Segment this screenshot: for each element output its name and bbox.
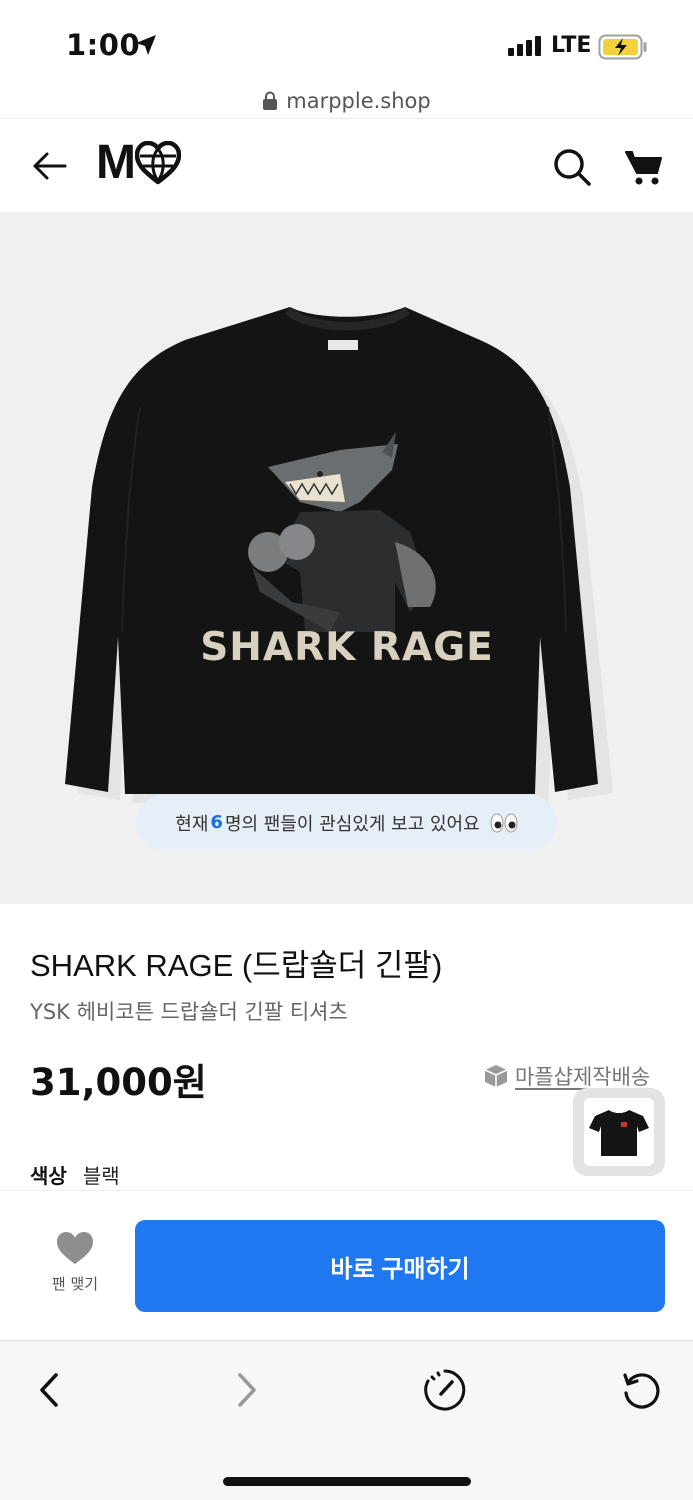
gauge-icon — [424, 1369, 466, 1411]
back-button[interactable] — [28, 145, 70, 187]
product-image[interactable]: SHARK RAGE 현재 6 명의 팬들이 관심있게 보고 있어요 — [0, 212, 693, 904]
viewers-suffix: 명의 팬들이 관심있게 보고 있어요 — [224, 813, 480, 835]
home-indicator — [223, 1477, 471, 1486]
status-bar: 1:00 LTE — [0, 0, 693, 80]
purchase-bar: 팬 맺기 바로 구매하기 — [0, 1190, 693, 1340]
shipping-label: 마플샵제작배송 — [515, 1065, 651, 1089]
browser-toolbar — [0, 1340, 693, 1500]
browser-back-button[interactable] — [24, 1365, 74, 1415]
cart-button[interactable] — [622, 145, 666, 189]
url-bar[interactable]: marpple.shop — [0, 84, 693, 118]
product-subtitle: YSK 헤비코튼 드랍숄더 긴팔 티셔츠 — [30, 1000, 348, 1024]
site-logo[interactable]: M — [96, 139, 181, 187]
search-button[interactable] — [550, 145, 594, 189]
viewers-prefix: 현재 — [175, 813, 209, 835]
chevron-right-icon — [238, 1373, 256, 1407]
viewers-banner: 현재 6 명의 팬들이 관심있게 보고 있어요 — [136, 795, 557, 850]
network-label: LTE — [551, 33, 592, 58]
shipping-info-link[interactable]: 마플샵제작배송 — [483, 1061, 650, 1091]
signal-icon — [508, 36, 541, 56]
box-icon — [484, 1065, 508, 1087]
heart-globe-icon — [134, 141, 181, 185]
product-thumbnail[interactable] — [573, 1088, 665, 1176]
color-value: 블랙 — [82, 1164, 120, 1188]
product-price: 31,000원 — [30, 1061, 207, 1104]
site-header: M — [0, 119, 693, 212]
browser-forward-button[interactable] — [222, 1365, 272, 1415]
chevron-left-icon — [40, 1373, 58, 1407]
lock-icon — [263, 91, 278, 110]
location-arrow-icon — [136, 35, 156, 55]
search-icon — [554, 149, 591, 186]
color-label: 색상 — [30, 1164, 67, 1188]
reload-button[interactable] — [616, 1365, 666, 1415]
status-time: 1:00 — [66, 28, 141, 62]
fan-button[interactable]: 팬 맺기 — [34, 1231, 116, 1305]
shirt-print-text: SHARK RAGE — [200, 625, 494, 670]
heart-icon — [57, 1232, 93, 1264]
eyes-emoji — [490, 813, 518, 833]
cart-icon — [625, 151, 662, 185]
back-arrow-icon — [33, 152, 67, 180]
speed-dial-button[interactable] — [420, 1365, 470, 1415]
viewers-count: 6 — [210, 812, 223, 833]
battery-charging-icon — [598, 34, 647, 60]
fan-label: 팬 맺기 — [51, 1275, 99, 1293]
buy-now-button[interactable]: 바로 구매하기 — [135, 1220, 665, 1312]
color-option[interactable]: 색상 블랙 — [30, 1160, 120, 1189]
product-title: SHARK RAGE (드랍숄더 긴팔) — [30, 948, 443, 983]
reload-icon — [623, 1373, 660, 1409]
url-text: marpple.shop — [286, 89, 431, 113]
thumbnail-image — [584, 1098, 654, 1166]
logo-letter: M — [96, 136, 136, 189]
